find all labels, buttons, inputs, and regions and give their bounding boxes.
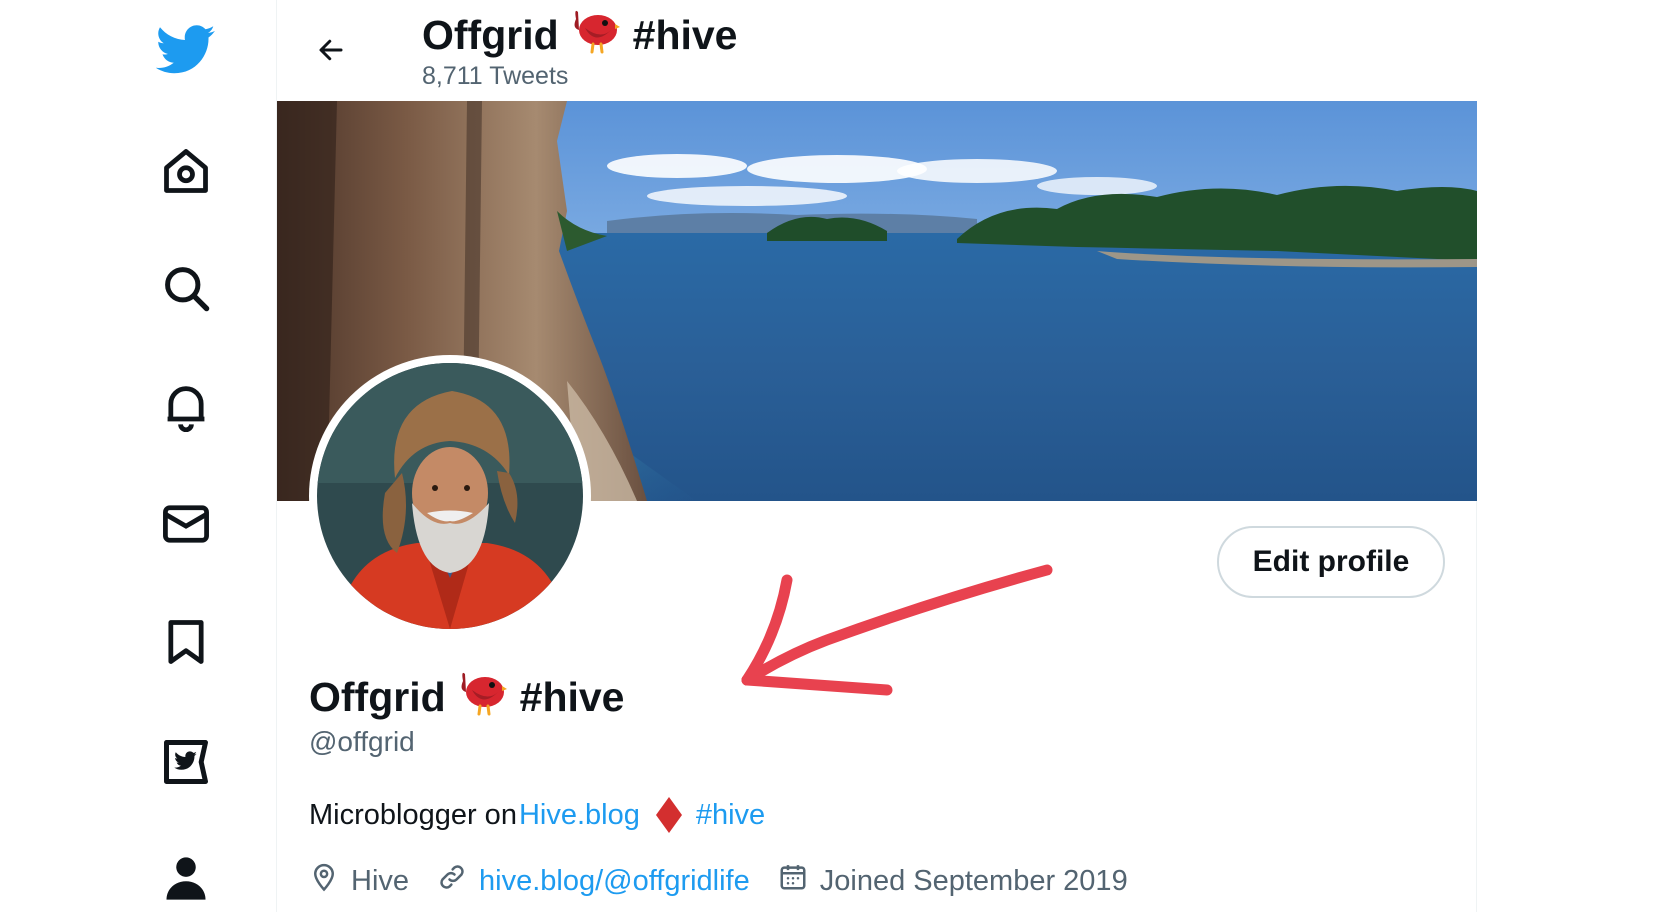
display-name: Offgrid	[309, 673, 446, 720]
bio-hashtag-link[interactable]: #hive	[696, 799, 765, 832]
joined-date: Joined September 2019	[819, 864, 1128, 897]
edit-profile-button[interactable]: Edit profile	[1217, 526, 1445, 598]
avatar-image	[317, 363, 583, 629]
name-hashtag: #hive	[519, 673, 625, 720]
red-bird-emoji-icon	[571, 6, 621, 64]
profile-bio: Microblogger on Hive.blog #hive	[309, 797, 765, 833]
profile-avatar[interactable]	[309, 355, 591, 637]
bell-icon[interactable]	[150, 370, 222, 442]
red-diamond-icon	[655, 797, 682, 833]
home-icon[interactable]	[150, 135, 222, 207]
red-bird-emoji-icon	[458, 668, 508, 726]
profile-header-bar: Offgrid #hive 8,711 Tweets	[277, 0, 1477, 101]
link-icon	[437, 862, 467, 900]
website-group: hive.blog/@offgridlife	[437, 862, 750, 900]
annotation-arrow	[687, 540, 1077, 705]
search-icon[interactable]	[150, 252, 222, 324]
bio-text: Microblogger on	[309, 798, 517, 831]
mail-icon[interactable]	[150, 488, 222, 560]
profile-handle: @offgrid	[309, 726, 415, 757]
calendar-icon	[778, 862, 808, 900]
joined-group: Joined September 2019	[778, 862, 1128, 900]
twitter-logo-icon[interactable]	[150, 14, 222, 86]
profile-name: Offgrid #hive	[309, 668, 624, 726]
side-nav	[0, 0, 276, 912]
tweet-count: 8,711 Tweets	[422, 62, 569, 90]
website-link[interactable]: hive.blog/@offgridlife	[479, 865, 750, 898]
location-pin-icon	[309, 862, 339, 900]
profile-meta: Hive hive.blog/@offgridlife Joined Septe…	[309, 862, 1146, 900]
header-name: Offgrid	[422, 11, 559, 58]
bookmark-icon[interactable]	[150, 606, 222, 678]
profile-icon[interactable]	[150, 842, 222, 912]
location-group: Hive	[309, 862, 409, 900]
header-title: Offgrid #hive	[422, 6, 737, 64]
location-text: Hive	[351, 864, 410, 897]
back-arrow-icon[interactable]	[301, 20, 361, 80]
bio-hive-link[interactable]: Hive.blog	[519, 799, 640, 832]
profile-column: Offgrid #hive 8,711 Tweets Edit profile …	[276, 0, 1477, 912]
header-hashtag: #hive	[632, 11, 738, 58]
twitter-blue-icon[interactable]	[150, 726, 222, 798]
